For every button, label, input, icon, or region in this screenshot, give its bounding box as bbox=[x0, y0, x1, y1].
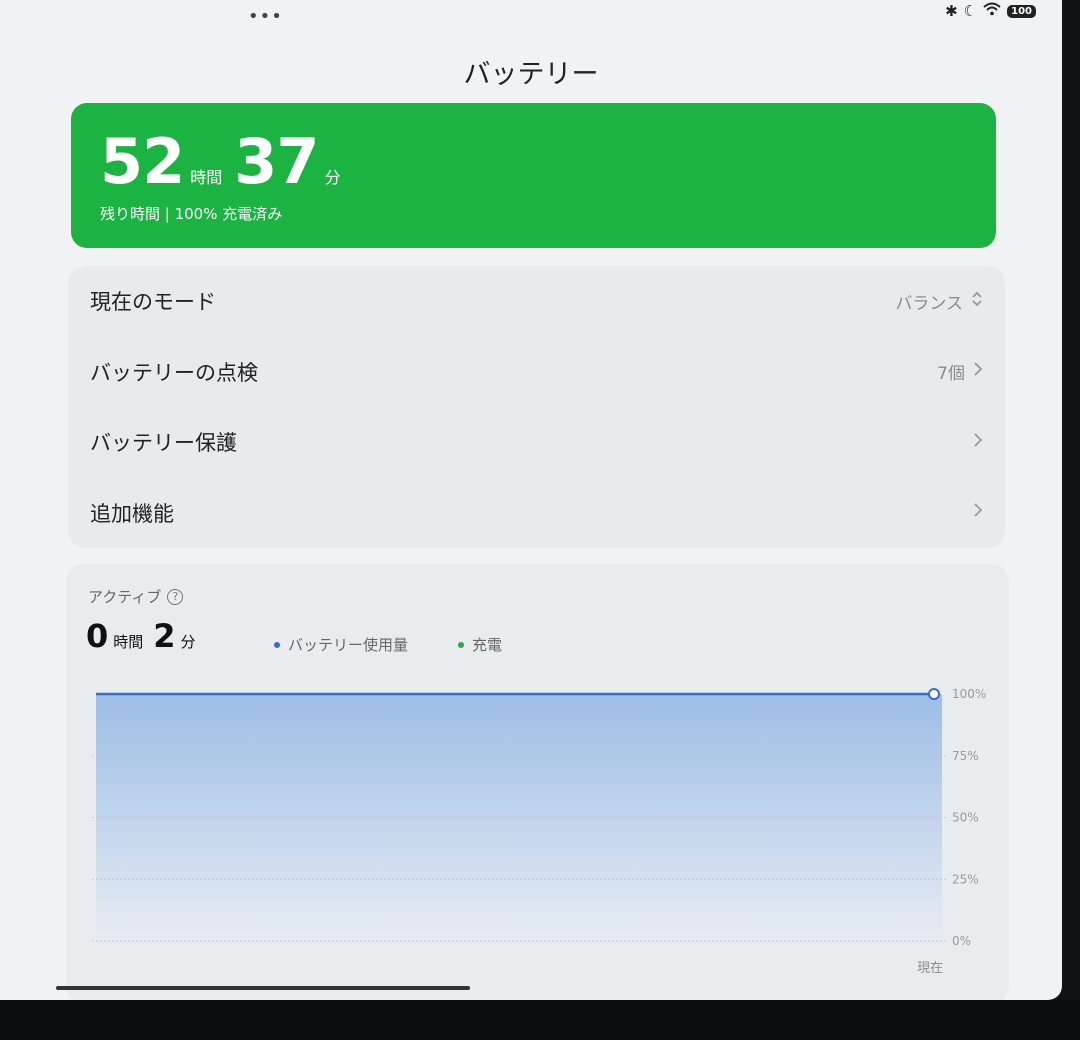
y-tick-label: 75% bbox=[952, 749, 979, 763]
remaining-time: 52 時間 37 分 bbox=[100, 131, 353, 193]
device-bezel bbox=[0, 1000, 1080, 1040]
battery-level-chart[interactable]: 100% 75% 50% 25% 0% 現在 bbox=[66, 564, 1009, 1000]
page-title: バッテリー bbox=[463, 59, 599, 90]
usage-end-point bbox=[928, 688, 940, 700]
remaining-minutes: 37 bbox=[234, 125, 319, 198]
home-indicator[interactable] bbox=[56, 986, 470, 990]
usage-area bbox=[96, 694, 942, 941]
bluetooth-icon: ✱ bbox=[945, 2, 958, 20]
screen: ••• ✱ ☾ 100 バッテリー 52 時間 37 分 残り時間 | 100%… bbox=[0, 0, 1062, 1000]
row-value: バランス bbox=[895, 293, 963, 314]
minutes-unit: 分 bbox=[324, 168, 341, 187]
active-usage-card: アクティブ ? 0 時間 2 分 バッテリー使用量 充電 100% 75% 50% 2… bbox=[66, 564, 1009, 1000]
y-tick-label: 50% bbox=[952, 811, 979, 825]
chevron-right-icon bbox=[973, 360, 983, 383]
remaining-hours: 52 bbox=[100, 125, 185, 198]
wifi-icon bbox=[983, 2, 1001, 20]
row-value-wrap bbox=[973, 431, 983, 454]
row-value: 7個 bbox=[937, 364, 965, 385]
row-value-wrap: バランス bbox=[895, 289, 983, 314]
hours-unit: 時間 bbox=[190, 168, 223, 187]
battery-remaining-card: 52 時間 37 分 残り時間 | 100% 充電済み bbox=[71, 103, 996, 248]
y-tick-label: 0% bbox=[952, 934, 971, 948]
row-value-wrap: 7個 bbox=[937, 359, 983, 384]
moon-icon: ☾ bbox=[963, 2, 978, 20]
row-battery-check[interactable]: バッテリーの点検 7個 bbox=[68, 337, 1005, 408]
x-tick-label: 現在 bbox=[917, 961, 943, 976]
battery-icon: 100 bbox=[1007, 4, 1036, 18]
chevron-right-icon bbox=[973, 501, 983, 524]
row-value-wrap bbox=[973, 501, 983, 524]
row-current-mode[interactable]: 現在のモード バランス bbox=[68, 266, 1005, 337]
y-tick-label: 25% bbox=[952, 872, 979, 886]
row-label: バッテリー保護 bbox=[90, 431, 237, 456]
status-bar: ✱ ☾ 100 bbox=[945, 2, 1036, 20]
row-battery-protection[interactable]: バッテリー保護 bbox=[68, 407, 1005, 478]
y-tick-label: 100% bbox=[952, 687, 986, 701]
row-extra-features[interactable]: 追加機能 bbox=[68, 478, 1005, 549]
multitask-dots[interactable]: ••• bbox=[248, 6, 283, 27]
battery-status-text: 残り時間 | 100% 充電済み bbox=[100, 205, 283, 223]
chevron-right-icon bbox=[973, 431, 983, 454]
battery-settings-list: 現在のモード バランス バッテリーの点検 7個 バッテリー保護 追加機能 bbox=[68, 266, 1005, 548]
row-label: 追加機能 bbox=[90, 501, 174, 526]
row-label: バッテリーの点検 bbox=[90, 360, 258, 385]
up-down-chevron-icon bbox=[971, 290, 983, 313]
row-label: 現在のモード bbox=[90, 290, 216, 315]
